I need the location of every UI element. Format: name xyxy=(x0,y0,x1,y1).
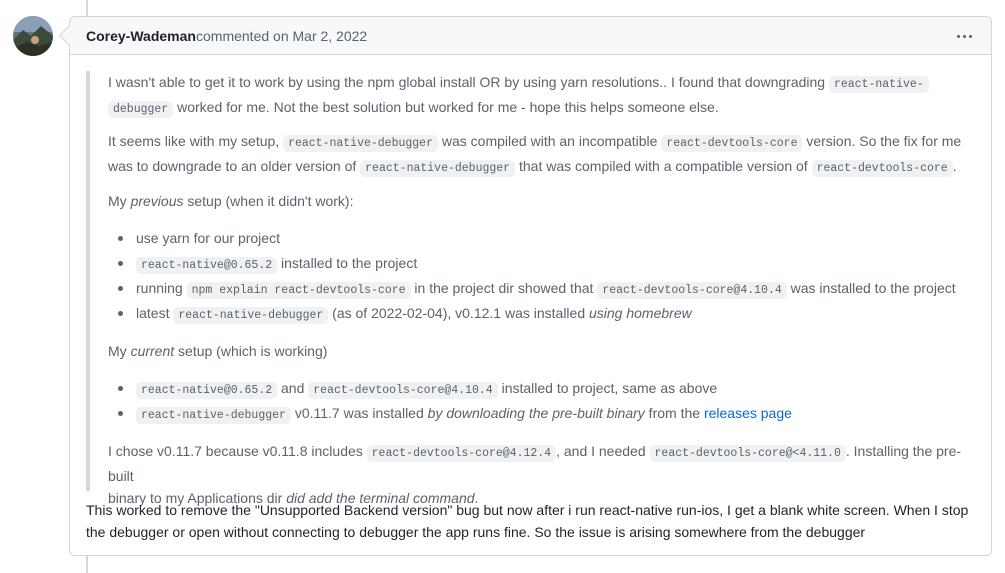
comment-body-paragraph: This worked to remove the "Unsupported B… xyxy=(86,502,969,540)
current-setup-heading: My current setup (which is working) xyxy=(108,343,328,359)
comment-header: Corey-Wademan commented on Mar 2, 2022 xyxy=(70,17,991,55)
inline-code: react-native@0.65.2 xyxy=(136,382,278,399)
inline-code: npm explain react-devtools-core xyxy=(186,282,411,299)
inline-code: react-devtools-core xyxy=(811,160,953,177)
inline-code: react-native-debugger xyxy=(173,307,329,324)
previous-setup-list: use yarn for our project react-native@0.… xyxy=(108,227,956,327)
inline-code: react-devtools-core@<4.11.0 xyxy=(649,445,846,462)
comment-box: Corey-Wademan commented on Mar 2, 2022 I… xyxy=(69,16,992,556)
blockquote: I wasn't able to get it to work by using… xyxy=(86,71,974,506)
current-setup-list: react-native@0.65.2 and react-devtools-c… xyxy=(108,377,792,427)
inline-code: react-native- xyxy=(828,76,929,93)
previous-setup-heading: My previous setup (when it didn't work): xyxy=(108,193,354,209)
inline-code: react-devtools-core@4.12.4 xyxy=(366,445,557,462)
list-item: react-native-debugger v0.11.7 was instal… xyxy=(108,402,792,427)
comment-timestamp[interactable]: commented on Mar 2, 2022 xyxy=(196,28,367,44)
inline-code: react-native-debugger xyxy=(136,407,291,424)
inline-code: react-native-debugger xyxy=(360,160,516,177)
list-item: use yarn for our project xyxy=(108,227,956,252)
list-item: latest react-native-debugger (as of 2022… xyxy=(108,302,956,327)
inline-code: react-devtools-core@4.10.4 xyxy=(597,282,787,299)
avatar[interactable] xyxy=(13,16,53,56)
list-item: react-native@0.65.2 and react-devtools-c… xyxy=(108,377,792,402)
kebab-horizontal-icon[interactable] xyxy=(950,26,978,46)
inline-code: react-devtools-core xyxy=(661,135,803,152)
quote-paragraph-2: It seems like with my setup, react-nativ… xyxy=(108,133,962,177)
list-item: react-native@0.65.2 installed to the pro… xyxy=(108,252,956,277)
inline-code: react-native@0.65.2 xyxy=(136,257,278,274)
releases-page-link[interactable]: releases page xyxy=(704,405,792,421)
author-link[interactable]: Corey-Wademan xyxy=(86,28,196,44)
inline-code: react-native-debugger xyxy=(283,135,438,152)
list-item: running npm explain react-devtools-core … xyxy=(108,277,956,302)
inline-code: debugger xyxy=(108,101,174,118)
inline-code: react-devtools-core@4.10.4 xyxy=(308,382,498,399)
quote-paragraph-1: I wasn't able to get it to work by using… xyxy=(108,71,968,121)
